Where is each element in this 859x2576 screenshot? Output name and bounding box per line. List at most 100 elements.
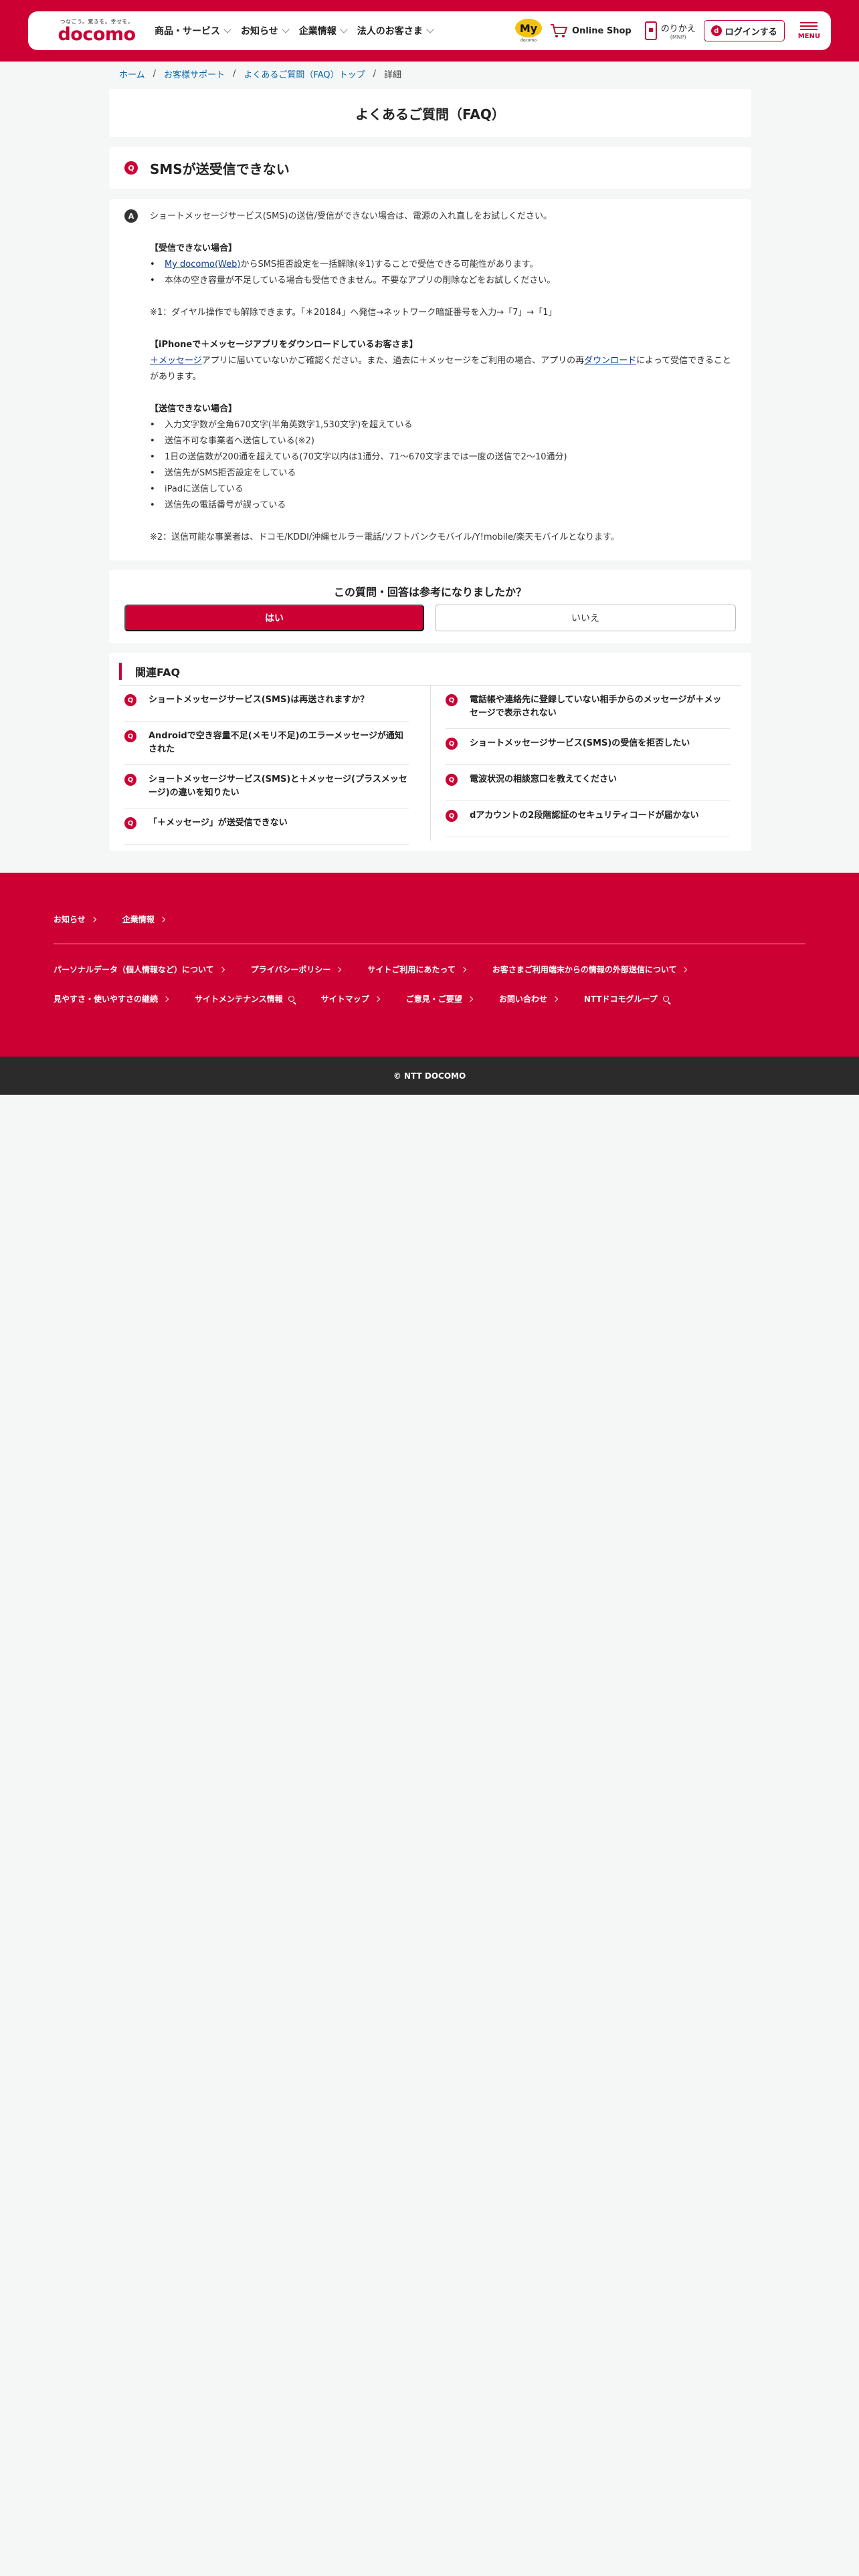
footer-row-policies: パーソナルデータ（個人情報など）について プライバシーポリシー サイトご利用にあ… — [54, 964, 713, 975]
header: つなごう。驚きを。幸せを。 docomo 商品・サービス お知らせ 企業情報 法… — [0, 0, 859, 62]
note-1: ※1：ダイヤル操作でも解除できます。「＊20184」へ発信→ネットワーク暗証番号… — [150, 308, 557, 318]
list-item: 送信不可な事業者へ送信している(※2) — [150, 433, 731, 449]
footer-link-privacy-policy[interactable]: プライバシーポリシー — [251, 964, 342, 975]
copyright-bar: © NTT DOCOMO — [0, 1057, 859, 1095]
send-heading: 【送信できない場合】 — [150, 404, 237, 414]
related-faq-item[interactable]: Q ショートメッセージサービス(SMS)は再送されますか？ — [124, 685, 409, 722]
question-title: SMSが送受信できない — [150, 160, 290, 177]
menu-button[interactable]: MENU — [797, 21, 820, 40]
list-item: 送信先の電話番号が誤っている — [150, 498, 731, 514]
nav-products-services[interactable]: 商品・サービス — [155, 24, 231, 37]
footer-link-contact[interactable]: お問い合わせ — [499, 993, 559, 1004]
mnp-label: のりかえ — [660, 24, 696, 34]
login-button[interactable]: d ログインする — [703, 20, 785, 41]
header-bar: つなごう。驚きを。幸せを。 docomo 商品・サービス お知らせ 企業情報 法… — [28, 11, 831, 50]
breadcrumb-support[interactable]: お客様サポート — [164, 68, 225, 80]
answer-body: ショートメッセージサービス(SMS)の送信/受信ができない場合は、電源の入れ直し… — [150, 209, 731, 546]
global-nav: 商品・サービス お知らせ 企業情報 法人のお客さま — [155, 24, 444, 37]
nav-business-customers[interactable]: 法人のお客さま — [357, 24, 434, 37]
footer-link-feedback[interactable]: ご意見・ご要望 — [406, 993, 474, 1004]
docomo-logo[interactable]: つなごう。驚きを。幸せを。 docomo — [48, 18, 145, 44]
copyright-text: © NTT DOCOMO — [393, 1071, 466, 1081]
note-2: ※2：送信可能な事業者は、ドコモ/KDDI/沖縄セルラー電話/ソフトバンクモバイ… — [150, 532, 619, 542]
footer-link-maintenance[interactable]: サイトメンテナンス情報 — [195, 993, 294, 1004]
related-faq-item[interactable]: Q 電波状況の相談窓口を教えてください — [446, 765, 730, 801]
chevron-down-icon — [282, 25, 290, 33]
breadcrumb-current: 詳細 — [384, 70, 402, 80]
receive-list: My docomo(Web)からSMS拒否設定を一括解除(※1)することで受信で… — [150, 257, 731, 289]
survey-no-button[interactable]: いいえ — [435, 605, 736, 631]
plus-message-link[interactable]: ＋メッセージ — [150, 356, 202, 366]
list-item: My docomo(Web)からSMS拒否設定を一括解除(※1)することで受信で… — [150, 257, 731, 273]
online-shop-label: Online Shop — [572, 25, 632, 36]
download-link[interactable]: ダウンロード — [584, 356, 636, 366]
chevron-right-icon — [90, 916, 97, 922]
related-faq-item[interactable]: Q 「＋メッセージ」が送受信できない — [124, 809, 409, 845]
list-item: 本体の空き容量が不足している場合も受信できません。不要なアプリの削除などをお試し… — [150, 273, 731, 289]
question-icon: Q — [446, 738, 458, 750]
question-icon: Q — [446, 810, 458, 822]
online-shop-link[interactable]: Online Shop — [550, 23, 632, 38]
chevron-down-icon — [223, 25, 231, 33]
answer-icon: A — [124, 209, 138, 223]
logo-text: docomo — [58, 23, 136, 45]
hamburger-icon — [800, 21, 818, 30]
header-actions: My docomo Online Shop のりかえ (MNP) d ログインす… — [515, 19, 820, 43]
related-faq-item[interactable]: Q ショートメッセージサービス(SMS)と＋メッセージ(プラスメッセージ)の違いを… — [124, 765, 409, 809]
footer-row-primary: お知らせ 企業情報 — [54, 914, 191, 925]
question-icon: Q — [124, 730, 136, 742]
question-icon: Q — [446, 774, 458, 786]
footer-link-site-terms[interactable]: サイトご利用にあたって — [367, 964, 467, 975]
footer-link-ntt-docomo-group[interactable]: NTTドコモグループ — [584, 993, 669, 1004]
smartphone-icon — [644, 21, 657, 40]
question-card: Q SMSが送受信できない — [109, 147, 751, 189]
my-docomo-icon: My — [515, 19, 543, 37]
mnp-link[interactable]: のりかえ (MNP) — [644, 21, 696, 40]
related-faq-item[interactable]: Q 電話帳や連絡先に登録していない相手からのメッセージが＋メッセージで表示されない — [446, 685, 730, 729]
related-faq-item[interactable]: Q Androidで空き容量不足(メモリ不足)のエラーメッセージが通知された — [124, 722, 409, 765]
survey-question: この質問・回答は参考になりましたか？ — [333, 586, 527, 599]
footer: お知らせ 企業情報 パーソナルデータ（個人情報など）について プライバシーポリシ… — [0, 873, 859, 1057]
d-account-icon: d — [710, 25, 722, 36]
my-docomo-web-link[interactable]: My docomo(Web) — [165, 259, 240, 270]
chevron-right-icon — [159, 916, 166, 922]
footer-link-corporate[interactable]: 企業情報 — [122, 914, 166, 925]
nav-news[interactable]: お知らせ — [241, 24, 290, 37]
breadcrumb-faq-top[interactable]: よくあるご質問（FAQ）トップ — [244, 68, 365, 80]
login-label: ログインする — [725, 27, 777, 37]
list-item: 1日の送信数が200通を超えている(70文字以内は1通分、71〜670文字までは… — [150, 449, 731, 465]
nav-corporate-info[interactable]: 企業情報 — [299, 24, 348, 37]
menu-label: MENU — [797, 32, 820, 40]
question-icon: Q — [446, 694, 458, 706]
footer-link-news[interactable]: お知らせ — [54, 914, 97, 925]
page-title: よくあるご質問（FAQ） — [355, 106, 505, 122]
footer-link-accessibility[interactable]: 見やすさ・使いやすさの継続 — [54, 993, 169, 1004]
chevron-down-icon — [340, 25, 348, 33]
question-icon: Q — [124, 161, 138, 175]
list-item: 入力文字数が全角670文字(半角英数字1,530文字)を超えている — [150, 417, 731, 433]
receive-heading: 【受信できない場合】 — [150, 243, 237, 253]
divider — [430, 685, 431, 841]
footer-link-personal-data[interactable]: パーソナルデータ（個人情報など）について — [54, 964, 225, 975]
footer-link-external-transmission[interactable]: お客さまご利用端末からの情報の外部送信について — [492, 964, 688, 975]
breadcrumb-home[interactable]: ホーム — [119, 68, 145, 80]
search-icon — [288, 996, 294, 1002]
answer-intro: ショートメッセージサービス(SMS)の送信/受信ができない場合は、電源の入れ直し… — [150, 211, 552, 221]
related-faq-item[interactable]: Q ショートメッセージサービス(SMS)の受信を拒否したい — [446, 729, 730, 765]
cart-icon — [551, 24, 568, 37]
breadcrumb-separator: / — [153, 69, 157, 79]
iphone-text: ＋メッセージアプリに届いていないかご確認ください。また、過去に＋メッセージをご利… — [150, 356, 731, 382]
related-faq-item[interactable]: Qdアカウントの2段階認証のセキュリティコードが届かない — [446, 801, 730, 837]
survey-yes-button[interactable]: はい — [124, 605, 424, 631]
breadcrumb: ホーム / お客様サポート / よくあるご質問（FAQ）トップ / 詳細 — [119, 68, 401, 80]
mnp-sub: (MNP) — [670, 34, 686, 40]
chevron-right-icon — [552, 996, 559, 1002]
iphone-heading: 【iPhoneで＋メッセージアプリをダウンロードしているお客さま】 — [150, 340, 418, 350]
chevron-right-icon — [682, 966, 688, 972]
chevron-right-icon — [374, 996, 381, 1002]
my-docomo-button[interactable]: My docomo — [515, 19, 543, 43]
footer-link-sitemap[interactable]: サイトマップ — [321, 993, 381, 1004]
chevron-right-icon — [467, 996, 474, 1002]
related-faq-heading: 関連FAQ — [119, 663, 180, 680]
search-icon — [662, 996, 669, 1002]
